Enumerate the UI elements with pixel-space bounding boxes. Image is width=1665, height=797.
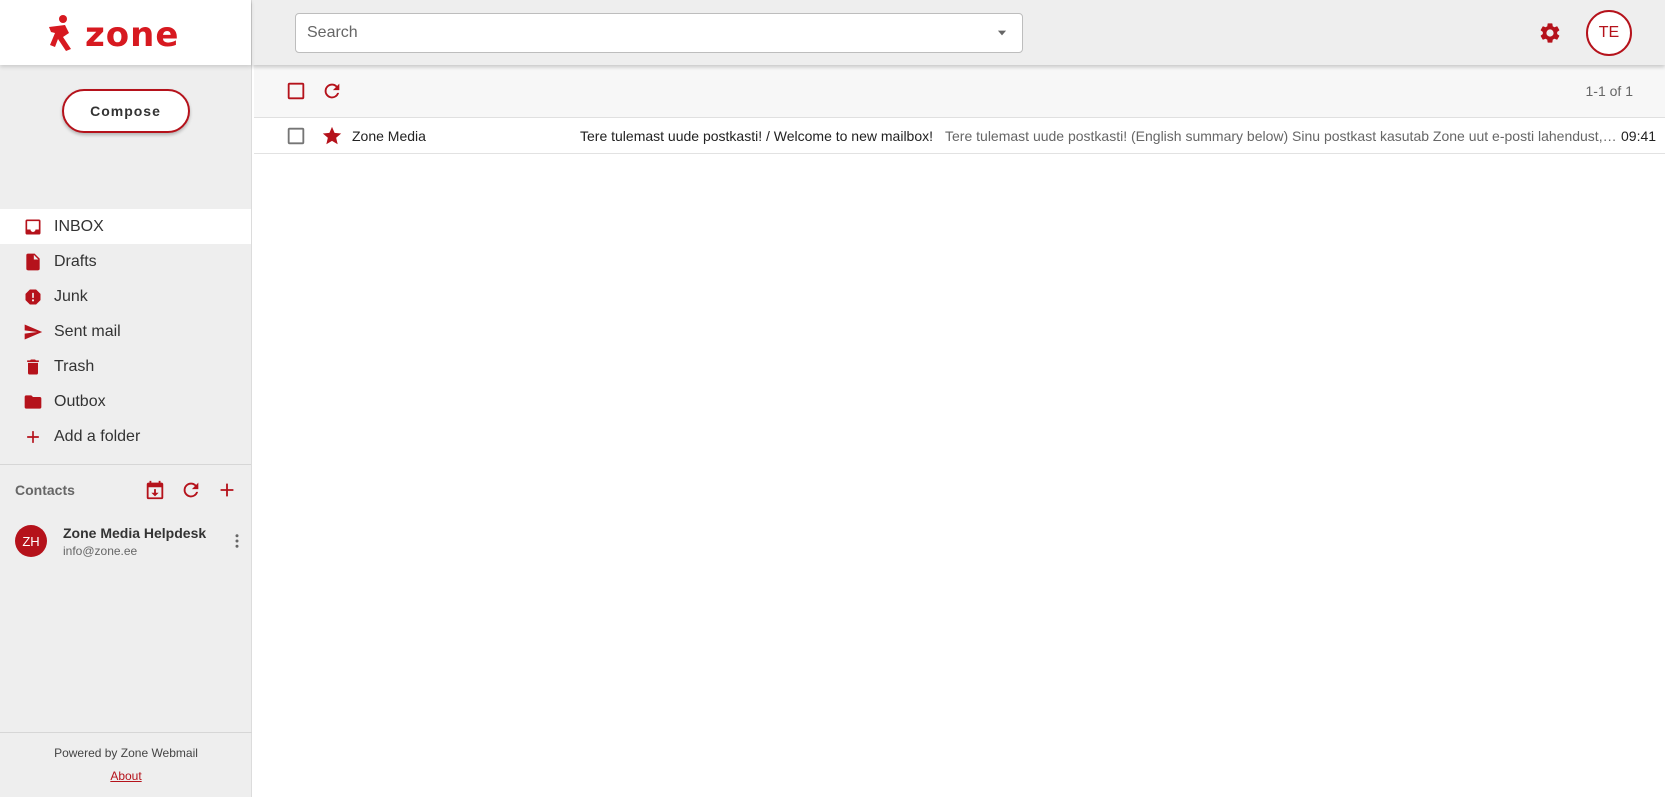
folder-label: Drafts [54, 252, 97, 270]
mail-time: 09:41 [1621, 127, 1657, 144]
refresh-icon [324, 83, 340, 99]
folder-label: Sent mail [54, 322, 121, 340]
trash-icon [22, 356, 44, 378]
logo-area: zone [0, 0, 251, 65]
compose-button[interactable]: Compose [61, 89, 190, 133]
plus-icon [220, 483, 234, 497]
folder-label: Add a folder [54, 427, 141, 445]
mail-sender: Zone Media [352, 127, 426, 144]
import-contacts-button[interactable] [137, 475, 173, 505]
contact-email: info@zone.ee [63, 543, 138, 558]
mail-snippet: Tere tulemast uude postkasti! (English s… [945, 127, 1617, 144]
zone-logo[interactable]: zone [45, 13, 205, 53]
checkbox-outline-icon [287, 127, 305, 144]
mail-select-checkbox[interactable] [278, 118, 314, 154]
calendar-import-icon [146, 480, 164, 500]
inbox-icon [22, 216, 44, 238]
folder-label: Trash [54, 357, 95, 375]
contacts-header: Contacts [0, 465, 251, 515]
junk-icon [22, 286, 44, 308]
powered-by-text: Powered by Zone Webmail [54, 746, 198, 760]
star-toggle[interactable] [314, 118, 350, 154]
folder-label: INBOX [54, 217, 104, 235]
caret-down-icon [997, 30, 1007, 36]
star-icon [322, 126, 342, 144]
search-box [295, 13, 1023, 53]
mail-subject: Tere tulemast uude postkasti! / Welcome … [580, 127, 934, 144]
plus-icon [22, 426, 44, 448]
draft-icon [22, 251, 44, 273]
pagination-range: 1-1 of 1 [1585, 83, 1633, 99]
refresh-button[interactable] [314, 73, 350, 109]
folder-icon [22, 391, 44, 413]
user-avatar[interactable]: TE [1586, 10, 1632, 56]
folder-label: Outbox [54, 392, 106, 410]
about-link[interactable]: About [110, 769, 141, 783]
sidebar: zone Compose INBOX Drafts Junk Sent mail… [0, 0, 252, 797]
contacts-title: Contacts [15, 482, 75, 498]
add-contact-button[interactable] [209, 475, 245, 505]
refresh-contacts-button[interactable] [173, 475, 209, 505]
folder-item-sent[interactable]: Sent mail [0, 314, 251, 349]
mail-row[interactable]: Zone Media Tere tulemast uude postkasti!… [254, 118, 1665, 154]
folder-item-trash[interactable]: Trash [0, 349, 251, 384]
folder-item-junk[interactable]: Junk [0, 279, 251, 314]
refresh-icon [183, 482, 199, 498]
mail-toolbar: 1-1 of 1 [254, 65, 1665, 118]
search-input[interactable] [307, 24, 982, 42]
contact-avatar: ZH [15, 525, 47, 557]
mail-list-pane: 1-1 of 1 Zone Media Tere tulemast uude p… [254, 65, 1665, 797]
send-icon [22, 321, 44, 343]
contact-menu-button[interactable] [223, 532, 251, 550]
folder-list: INBOX Drafts Junk Sent mail Trash Outbox… [0, 209, 251, 454]
top-bar: TE [252, 0, 1665, 65]
folder-label: Junk [54, 287, 88, 305]
checkbox-outline-icon [287, 82, 305, 100]
folder-item-inbox[interactable]: INBOX [0, 209, 251, 244]
more-vert-icon [235, 534, 239, 548]
search-options-button[interactable] [982, 14, 1022, 52]
sidebar-footer: Powered by Zone Webmail About [0, 732, 252, 797]
logo-text: zone [85, 15, 179, 53]
contact-text: Zone Media Helpdesk info@zone.ee [63, 525, 223, 558]
select-all-checkbox[interactable] [278, 73, 314, 109]
add-folder-button[interactable]: Add a folder [0, 419, 251, 454]
folder-item-drafts[interactable]: Drafts [0, 244, 251, 279]
contact-item[interactable]: ZH Zone Media Helpdesk info@zone.ee [0, 515, 251, 567]
gear-icon [1540, 23, 1560, 43]
settings-button[interactable] [1536, 19, 1564, 47]
contact-name: Zone Media Helpdesk [63, 524, 207, 541]
folder-item-outbox[interactable]: Outbox [0, 384, 251, 419]
